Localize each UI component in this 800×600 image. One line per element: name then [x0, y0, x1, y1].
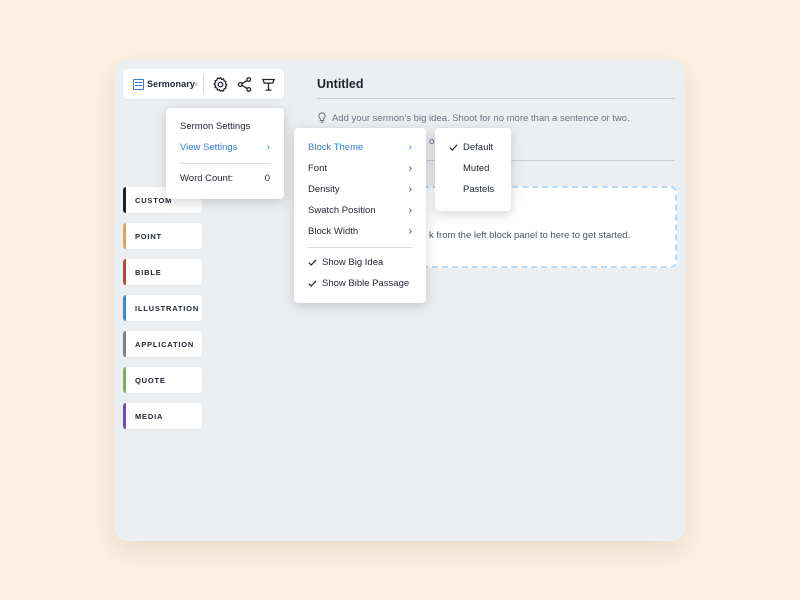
- theme-muted-label: Muted: [463, 163, 490, 174]
- theme-default-label: Default: [463, 142, 494, 153]
- show-big-idea-label: Show Big Idea: [322, 257, 384, 268]
- sermon-settings-label: Sermon Settings: [180, 121, 251, 132]
- menu-font[interactable]: Font ›: [308, 163, 412, 174]
- theme-option-muted[interactable]: Muted: [449, 163, 501, 174]
- word-count-row: Word Count: 0: [180, 173, 270, 184]
- toolbar-divider: [203, 75, 204, 93]
- toolbar: Sermonary ®: [123, 69, 284, 99]
- view-settings-menu: Block Theme › Font › Density › Swatch Po…: [294, 128, 426, 303]
- gear-icon[interactable]: [211, 75, 229, 93]
- checkmark-icon: [308, 279, 318, 288]
- word-count-value: 0: [264, 173, 270, 184]
- app-window: Sermonary ® Untitled Add your sermon’s b…: [114, 60, 685, 541]
- block-illustration[interactable]: ILLUSTRATION: [123, 295, 202, 321]
- menu-density[interactable]: Density ›: [308, 184, 412, 195]
- chevron-right-icon: ›: [408, 142, 412, 153]
- chevron-right-icon: ›: [408, 205, 412, 216]
- drop-zone-text: k from the left block panel to here to g…: [429, 230, 631, 241]
- logo-mark-icon: [133, 78, 144, 90]
- block-application[interactable]: APPLICATION: [123, 331, 202, 357]
- block-width-label: Block Width: [308, 226, 359, 237]
- logo-text: Sermonary: [147, 79, 195, 89]
- view-settings-label: View Settings: [180, 142, 238, 153]
- big-idea-field[interactable]: Add your sermon’s big idea. Shoot for no…: [317, 112, 630, 124]
- lightbulb-icon: [318, 112, 326, 123]
- checkmark-icon: [308, 258, 318, 267]
- chevron-right-icon: ›: [266, 142, 270, 153]
- theme-option-pastels[interactable]: Pastels: [449, 184, 501, 195]
- theme-option-default[interactable]: Default: [449, 142, 501, 153]
- sermonary-logo[interactable]: Sermonary ®: [123, 78, 201, 90]
- theme-pastels-label: Pastels: [463, 184, 495, 195]
- block-quote[interactable]: QUOTE: [123, 367, 202, 393]
- title-divider: [317, 98, 675, 99]
- toggle-show-big-idea[interactable]: Show Big Idea: [308, 257, 416, 268]
- menu-block-theme[interactable]: Block Theme ›: [308, 142, 412, 153]
- logo-registered-mark: ®: [194, 81, 198, 87]
- view-menu-divider: [308, 247, 412, 248]
- font-label: Font: [308, 163, 328, 174]
- block-bible[interactable]: BIBLE: [123, 259, 202, 285]
- chevron-right-icon: ›: [408, 163, 412, 174]
- block-panel: CUSTOM POINT BIBLE ILLUSTRATION APPLICAT…: [123, 187, 202, 439]
- block-theme-label: Block Theme: [308, 142, 364, 153]
- chevron-right-icon: ›: [408, 184, 412, 195]
- show-bible-passage-label: Show Bible Passage: [322, 278, 410, 289]
- settings-menu-divider: [180, 163, 270, 164]
- podium-icon[interactable]: [259, 75, 277, 93]
- toggle-show-bible-passage[interactable]: Show Bible Passage: [308, 278, 416, 289]
- share-icon[interactable]: [235, 75, 253, 93]
- block-theme-menu: Default Muted Pastels: [435, 128, 511, 211]
- checkmark-icon: [449, 143, 459, 152]
- word-count-label: Word Count:: [180, 173, 234, 184]
- big-idea-placeholder: Add your sermon’s big idea. Shoot for no…: [332, 112, 630, 124]
- settings-menu: Sermon Settings View Settings › Word Cou…: [166, 108, 284, 199]
- menu-swatch-position[interactable]: Swatch Position ›: [308, 205, 412, 216]
- menu-block-width[interactable]: Block Width ›: [308, 226, 412, 237]
- block-media[interactable]: MEDIA: [123, 403, 202, 429]
- document-title[interactable]: Untitled: [317, 77, 364, 91]
- menu-view-settings[interactable]: View Settings ›: [180, 142, 270, 153]
- chevron-right-icon: ›: [408, 226, 412, 237]
- menu-sermon-settings[interactable]: Sermon Settings: [180, 121, 270, 132]
- block-point[interactable]: POINT: [123, 223, 202, 249]
- swatch-position-label: Swatch Position: [308, 205, 376, 216]
- density-label: Density: [308, 184, 340, 195]
